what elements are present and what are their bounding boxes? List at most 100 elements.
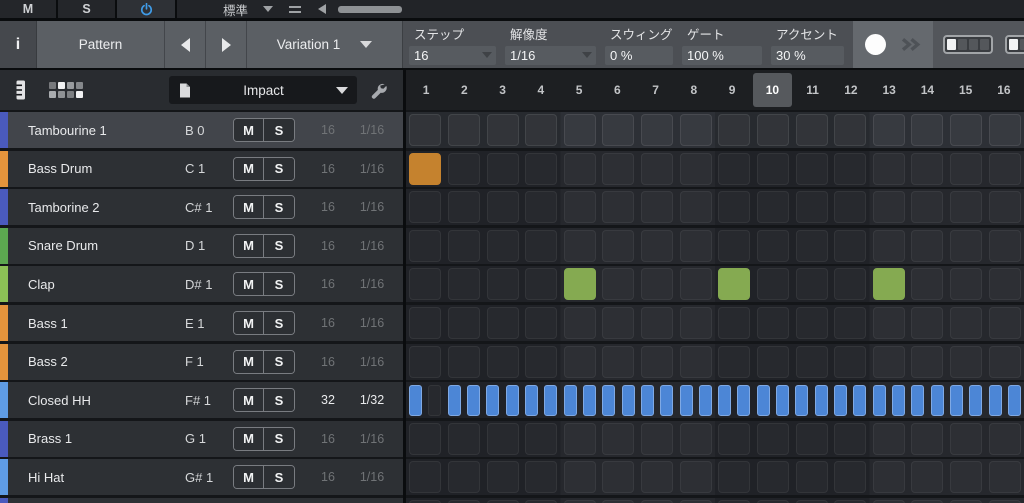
track-resolution[interactable]: 1/16	[347, 355, 397, 369]
step-cell-clap-15[interactable]	[950, 268, 982, 300]
step-cell-tamborine-2-9[interactable]	[718, 191, 750, 223]
step-cell-tamborine-2-7[interactable]	[641, 191, 673, 223]
step-cell-brass-1-15[interactable]	[950, 423, 982, 455]
step-cell-brass-1-16[interactable]	[989, 423, 1021, 455]
step-cell-tambourine-1-7[interactable]	[641, 114, 673, 146]
step-cell-tamborine-2-13[interactable]	[873, 191, 905, 223]
step-column-16[interactable]: 16	[985, 70, 1023, 110]
step-cell-bass-drum-8[interactable]	[680, 153, 712, 185]
step-cell-tambourine-1-15[interactable]	[950, 114, 982, 146]
track-row-closed-hh[interactable]: Closed HHF# 1MS321/32	[0, 382, 403, 418]
step-cell-clap-1[interactable]	[409, 268, 441, 300]
step-cell-brass-1-5[interactable]	[564, 423, 596, 455]
step-cell-closed-hh-9[interactable]	[564, 385, 577, 416]
step-cell-closed-hh-17[interactable]	[718, 385, 731, 416]
step-cell-bass-2-10[interactable]	[757, 346, 789, 378]
info-button[interactable]: i	[0, 21, 37, 68]
step-cell-closed-hh-20[interactable]	[776, 385, 789, 416]
step-cell-closed-hh-30[interactable]	[969, 385, 982, 416]
param-value-field[interactable]: 30 %	[771, 46, 844, 65]
step-cell-brass-1-7[interactable]	[641, 423, 673, 455]
step-cell-brass-1-12[interactable]	[834, 423, 866, 455]
step-cell-hi-hat-7[interactable]	[641, 461, 673, 493]
step-cell-clap-5[interactable]	[564, 268, 596, 300]
step-cell-tamborine-2-8[interactable]	[680, 191, 712, 223]
step-cell-brass-1-14[interactable]	[911, 423, 943, 455]
step-cell-hi-hat-11[interactable]	[796, 461, 828, 493]
step-cell-hi-hat-13[interactable]	[873, 461, 905, 493]
step-cell-snare-drum-9[interactable]	[718, 230, 750, 262]
mute-button[interactable]: M	[234, 196, 264, 218]
step-cell-brass-1-13[interactable]	[873, 423, 905, 455]
fast-forward-icon[interactable]	[900, 37, 922, 52]
keyboard-view-icon[interactable]	[14, 79, 27, 101]
track-step-count[interactable]: 16	[309, 470, 347, 484]
solo-button[interactable]: S	[264, 119, 294, 141]
mute-button[interactable]: M	[234, 466, 264, 488]
step-cell-bass-drum-16[interactable]	[989, 153, 1021, 185]
step-cell-bass-drum-5[interactable]	[564, 153, 596, 185]
step-cell-tamborine-2-10[interactable]	[757, 191, 789, 223]
step-cell-closed-hh-14[interactable]	[660, 385, 673, 416]
step-cell-hi-hat-6[interactable]	[602, 461, 634, 493]
step-cell-brass-1-2[interactable]	[448, 423, 480, 455]
solo-button[interactable]: S	[264, 196, 294, 218]
step-column-12[interactable]: 12	[832, 70, 870, 110]
step-cell-bass-1-9[interactable]	[718, 307, 750, 339]
step-cell-bass-drum-11[interactable]	[796, 153, 828, 185]
step-cell-hi-hat-2[interactable]	[448, 461, 480, 493]
step-column-7[interactable]: 7	[637, 70, 675, 110]
step-cell-brass-1-11[interactable]	[796, 423, 828, 455]
step-cell-tamborine-2-5[interactable]	[564, 191, 596, 223]
step-cell-closed-hh-18[interactable]	[737, 385, 750, 416]
step-cell-bass-1-3[interactable]	[487, 307, 519, 339]
step-cell-brass-1-1[interactable]	[409, 423, 441, 455]
track-step-count[interactable]: 16	[309, 277, 347, 291]
step-cell-bass-1-12[interactable]	[834, 307, 866, 339]
step-cell-clap-7[interactable]	[641, 268, 673, 300]
step-cell-closed-hh-3[interactable]	[448, 385, 461, 416]
bar-select-2-button[interactable]	[1005, 35, 1024, 54]
track-row-brass-1[interactable]: Brass 1G 1MS161/16	[0, 421, 403, 457]
step-cell-clap-11[interactable]	[796, 268, 828, 300]
step-cell-bass-drum-3[interactable]	[487, 153, 519, 185]
step-cell-bass-drum-6[interactable]	[602, 153, 634, 185]
step-cell-bass-drum-12[interactable]	[834, 153, 866, 185]
step-cell-closed-hh-27[interactable]	[911, 385, 924, 416]
mute-button[interactable]: M	[234, 158, 264, 180]
step-column-15[interactable]: 15	[947, 70, 985, 110]
track-step-count[interactable]: 16	[309, 239, 347, 253]
param-value-field[interactable]: 0 %	[605, 46, 673, 65]
mute-button[interactable]: M	[234, 428, 264, 450]
step-cell-snare-drum-4[interactable]	[525, 230, 557, 262]
track-row-bass-1[interactable]: Bass 1E 1MS161/16	[0, 305, 403, 341]
step-cell-bass-2-7[interactable]	[641, 346, 673, 378]
step-cell-bass-2-6[interactable]	[602, 346, 634, 378]
step-cell-tamborine-2-4[interactable]	[525, 191, 557, 223]
step-cell-clap-16[interactable]	[989, 268, 1021, 300]
step-cell-closed-hh-12[interactable]	[622, 385, 635, 416]
step-cell-snare-drum-6[interactable]	[602, 230, 634, 262]
step-cell-clap-9[interactable]	[718, 268, 750, 300]
track-step-count[interactable]: 16	[309, 432, 347, 446]
step-cell-snare-drum-5[interactable]	[564, 230, 596, 262]
step-cell-bass-2-14[interactable]	[911, 346, 943, 378]
param-value-field[interactable]: 16	[409, 46, 496, 65]
step-cell-bass-drum-9[interactable]	[718, 153, 750, 185]
step-cell-bass-2-5[interactable]	[564, 346, 596, 378]
toolbar-slider-handle[interactable]	[338, 6, 402, 13]
step-cell-bass-2-2[interactable]	[448, 346, 480, 378]
step-cell-tamborine-2-14[interactable]	[911, 191, 943, 223]
track-row-partial[interactable]: MS	[0, 498, 403, 503]
solo-button[interactable]: S	[264, 235, 294, 257]
step-cell-hi-hat-16[interactable]	[989, 461, 1021, 493]
solo-button[interactable]: S	[264, 351, 294, 373]
step-cell-brass-1-6[interactable]	[602, 423, 634, 455]
solo-button[interactable]: S	[264, 466, 294, 488]
step-cell-closed-hh-13[interactable]	[641, 385, 654, 416]
step-cell-bass-1-5[interactable]	[564, 307, 596, 339]
step-cell-snare-drum-14[interactable]	[911, 230, 943, 262]
step-cell-bass-1-6[interactable]	[602, 307, 634, 339]
track-row-bass-drum[interactable]: Bass DrumC 1MS161/16	[0, 151, 403, 187]
step-cell-bass-1-14[interactable]	[911, 307, 943, 339]
